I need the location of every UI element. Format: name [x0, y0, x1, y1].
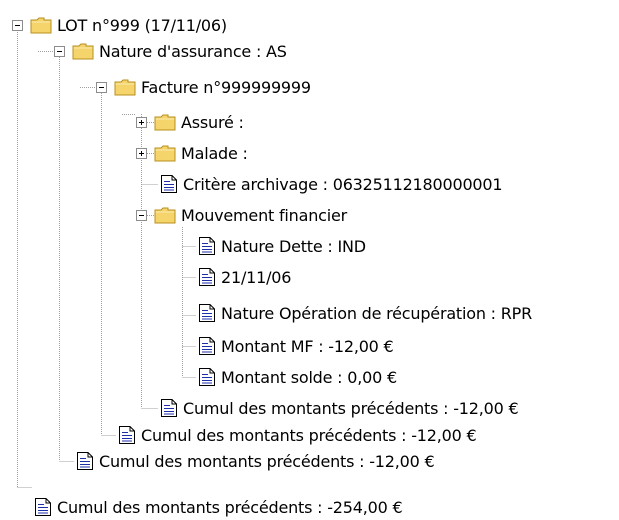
folder-icon — [154, 114, 176, 131]
tree-view[interactable]: LOT n°999 (17/11/06) Nature d'assurance … — [0, 0, 619, 517]
document-icon — [199, 304, 215, 322]
folder-icon — [114, 79, 136, 96]
expand-toggle-icon[interactable] — [136, 116, 147, 128]
folder-icon — [154, 207, 176, 224]
folder-icon — [72, 43, 94, 60]
tree-label: Malade : — [181, 143, 248, 163]
document-icon — [199, 268, 215, 286]
document-icon — [35, 498, 51, 516]
tree-label: LOT n°999 (17/11/06) — [57, 15, 227, 35]
tree-label: Critère archivage : 06325112180000001 — [183, 174, 503, 194]
document-icon — [119, 426, 135, 444]
tree-node-mouvement[interactable]: Mouvement financier — [136, 202, 347, 228]
tree-node-lot[interactable]: LOT n°999 (17/11/06) — [12, 12, 227, 38]
expand-toggle-icon[interactable] — [136, 147, 147, 159]
tree-node-montant-mf[interactable]: Montant MF : -12,00 € — [198, 333, 394, 359]
document-icon — [161, 399, 177, 417]
tree-label: 21/11/06 — [221, 267, 292, 287]
document-icon — [77, 452, 93, 470]
tree-node-malade[interactable]: Malade : — [136, 140, 248, 166]
tree-label: Mouvement financier — [181, 205, 348, 225]
tree-label: Nature Dette : IND — [221, 236, 366, 256]
tree-label: Facture n°999999999 — [141, 77, 311, 97]
tree-node-facture[interactable]: Facture n°999999999 — [96, 74, 311, 100]
tree-node-nature-operation[interactable]: Nature Opération de récupération : RPR — [198, 300, 532, 326]
folder-icon — [30, 17, 52, 34]
tree-node-cumul-nature[interactable]: Cumul des montants précédents : -12,00 € — [118, 422, 477, 448]
tree-node-montant-solde[interactable]: Montant solde : 0,00 € — [198, 364, 397, 390]
document-icon — [199, 237, 215, 255]
tree-node-assure[interactable]: Assuré : — [136, 109, 244, 135]
tree-label: Assuré : — [181, 112, 244, 132]
tree-label: Cumul des montants précédents : -254,00 … — [57, 497, 403, 517]
tree-label: Cumul des montants précédents : -12,00 € — [183, 398, 519, 418]
tree-label: Nature Opération de récupération : RPR — [221, 303, 533, 323]
tree-node-date[interactable]: 21/11/06 — [198, 264, 291, 290]
tree-label: Montant solde : 0,00 € — [221, 367, 397, 387]
tree-node-nature-assurance[interactable]: Nature d'assurance : AS — [54, 38, 287, 64]
collapse-toggle-icon[interactable] — [96, 81, 107, 93]
tree-node-critere[interactable]: Critère archivage : 06325112180000001 — [160, 171, 503, 197]
tree-label: Cumul des montants précédents : -12,00 € — [99, 451, 435, 471]
tree-node-nature-dette[interactable]: Nature Dette : IND — [198, 233, 366, 259]
document-icon — [199, 337, 215, 355]
collapse-toggle-icon[interactable] — [12, 19, 23, 31]
collapse-toggle-icon[interactable] — [136, 209, 147, 221]
tree-label: Cumul des montants précédents : -12,00 € — [141, 425, 477, 445]
tree-label: Montant MF : -12,00 € — [221, 336, 394, 356]
document-icon — [199, 368, 215, 386]
collapse-toggle-icon[interactable] — [54, 45, 65, 57]
tree-node-cumul-root[interactable]: Cumul des montants précédents : -254,00 … — [34, 494, 403, 520]
document-icon — [161, 175, 177, 193]
tree-node-cumul-lot[interactable]: Cumul des montants précédents : -12,00 € — [76, 448, 435, 474]
folder-icon — [154, 145, 176, 162]
tree-node-cumul-facture[interactable]: Cumul des montants précédents : -12,00 € — [160, 395, 519, 421]
tree-label: Nature d'assurance : AS — [99, 41, 287, 61]
